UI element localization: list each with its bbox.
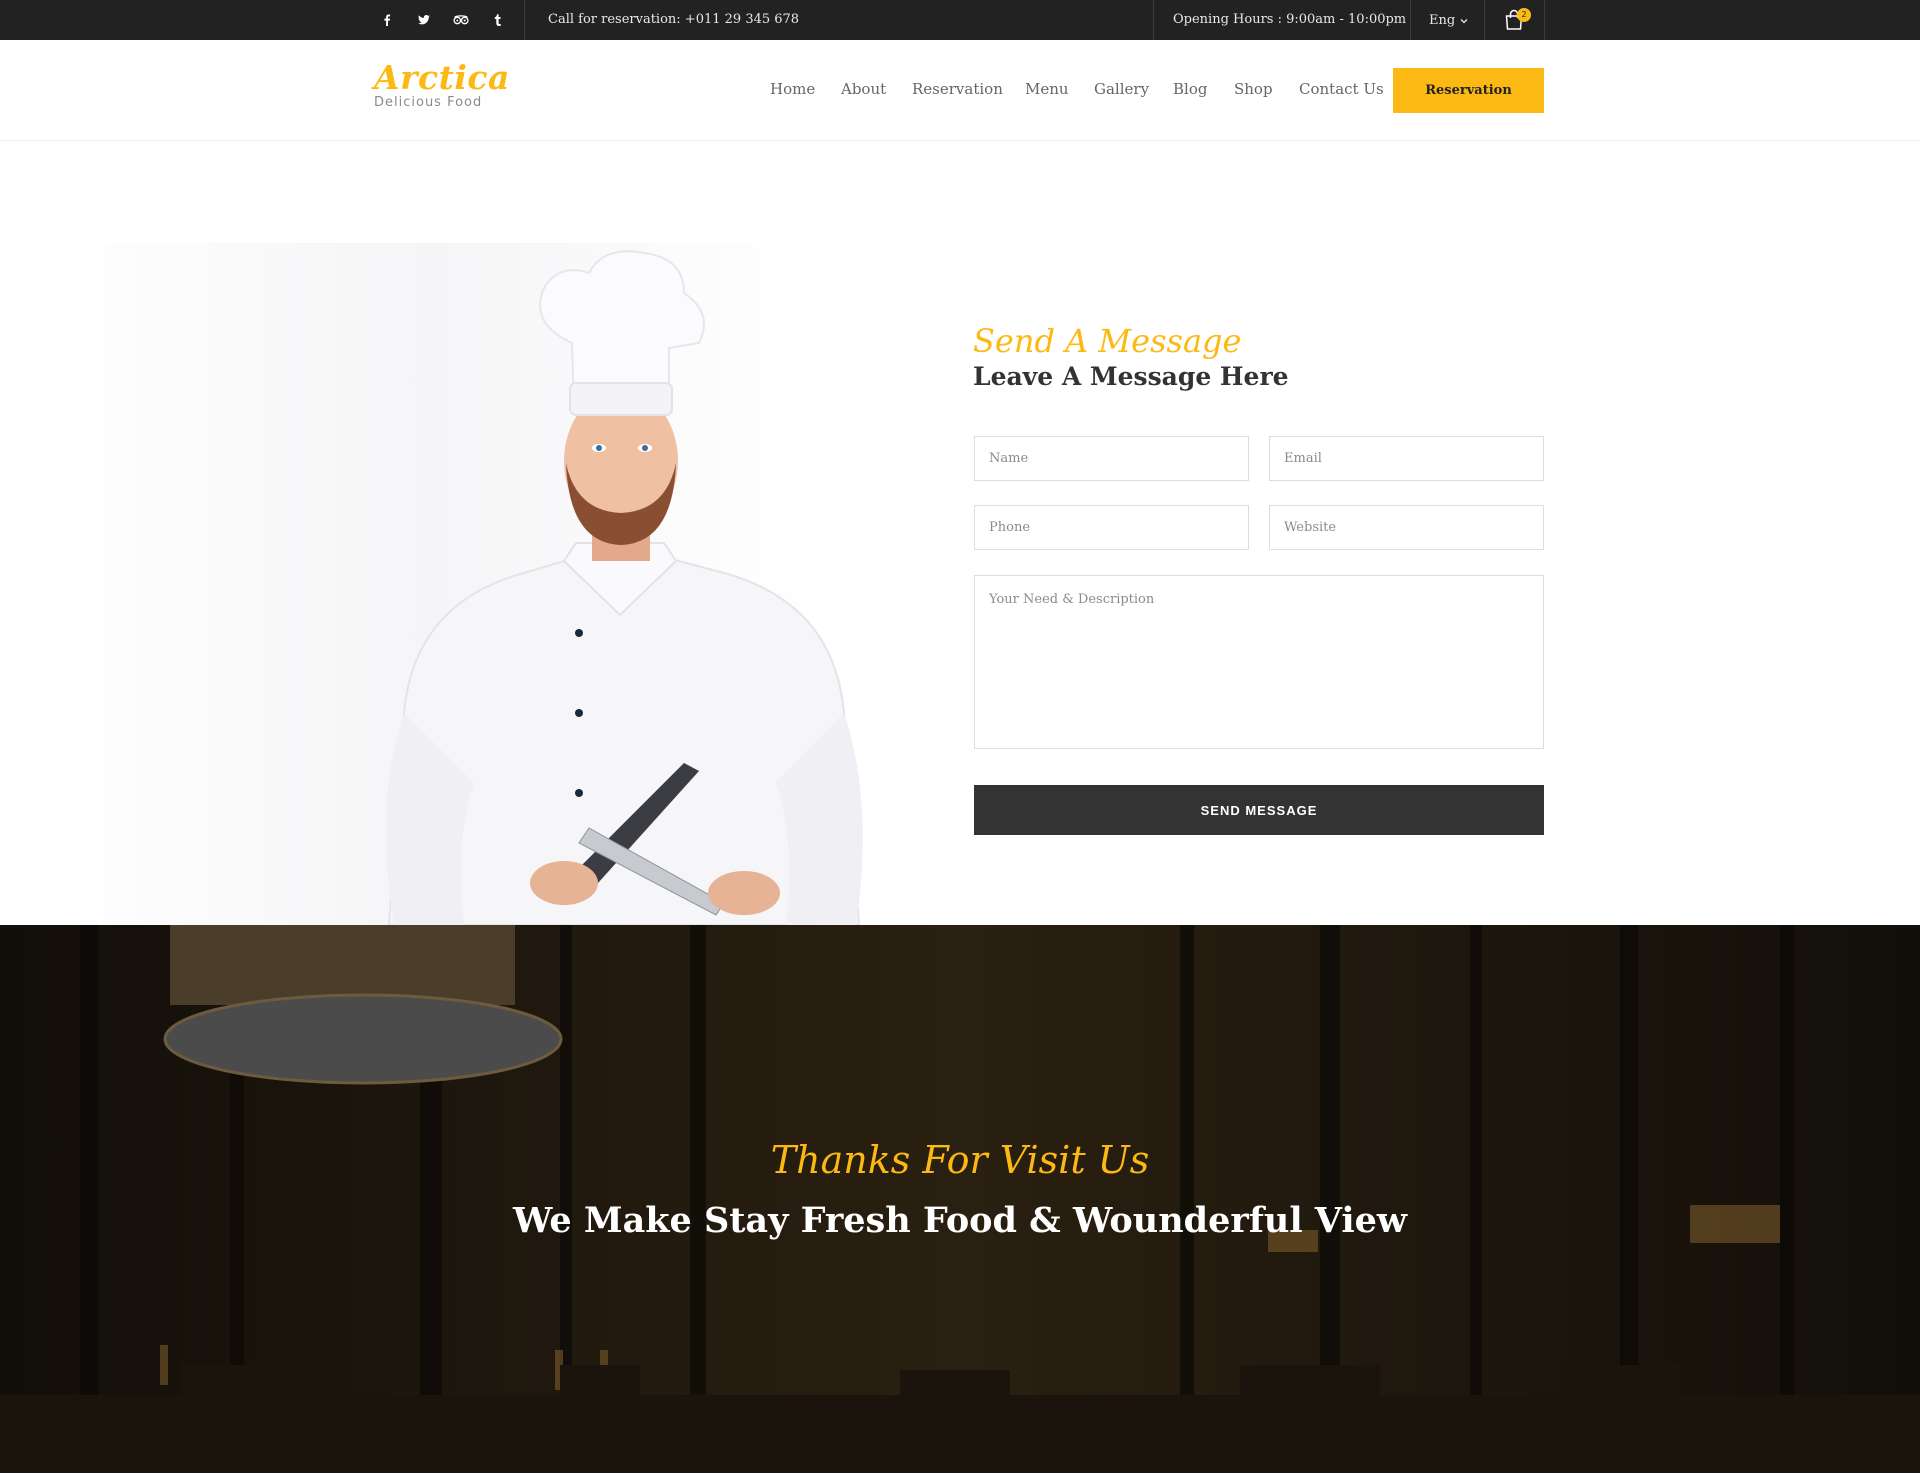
banner-title: We Make Stay Fresh Food & Wounderful Vie…: [512, 1200, 1408, 1241]
topbar-divider: [1544, 0, 1545, 40]
contact-title: Leave A Message Here: [973, 362, 1289, 391]
logo-tagline: Delicious Food: [374, 95, 483, 110]
restaurant-interior-image: [0, 925, 1920, 1473]
cart-button[interactable]: 2: [1504, 8, 1531, 31]
nav-contact-us[interactable]: Contact Us: [1299, 80, 1384, 98]
topbar-divider: [1153, 0, 1154, 40]
nav-home[interactable]: Home: [770, 80, 815, 98]
top-bar: Call for reservation: +011 29 345 678 Op…: [0, 0, 1920, 40]
nav-about[interactable]: About: [841, 80, 886, 98]
tripadvisor-icon[interactable]: [442, 0, 479, 40]
facebook-icon[interactable]: [368, 0, 405, 40]
website-field[interactable]: [1269, 505, 1544, 550]
restaurant-banner: [0, 925, 1920, 1473]
topbar-divider: [1410, 0, 1411, 40]
email-field[interactable]: [1269, 436, 1544, 481]
phone-field[interactable]: [974, 505, 1249, 550]
topbar-divider: [1484, 0, 1485, 40]
nav-shop[interactable]: Shop: [1234, 80, 1273, 98]
nav-blog[interactable]: Blog: [1173, 80, 1207, 98]
nav-menu[interactable]: Menu: [1025, 80, 1069, 98]
twitter-icon[interactable]: [405, 0, 442, 40]
site-logo[interactable]: Arctica Delicious Food: [374, 58, 510, 111]
cart-count-badge: 2: [1517, 8, 1531, 22]
language-selector[interactable]: Eng: [1429, 0, 1468, 40]
banner-script-title: Thanks For Visit Us: [770, 1138, 1150, 1182]
send-message-button[interactable]: SEND MESSAGE: [974, 785, 1544, 835]
social-links: [368, 0, 516, 40]
tumblr-icon[interactable]: [479, 0, 516, 40]
nav-reservation[interactable]: Reservation: [912, 80, 1003, 98]
opening-hours: Opening Hours : 9:00am - 10:00pm: [1173, 12, 1407, 27]
description-field[interactable]: [974, 575, 1544, 749]
reservation-button[interactable]: Reservation: [1393, 68, 1544, 113]
chevron-down-icon: [1460, 13, 1468, 28]
reservation-phone: Call for reservation: +011 29 345 678: [548, 12, 800, 27]
topbar-divider: [524, 0, 525, 40]
site-header: Arctica Delicious Food Home About Reserv…: [0, 40, 1920, 141]
name-field[interactable]: [974, 436, 1249, 481]
language-label: Eng: [1429, 12, 1456, 28]
nav-gallery[interactable]: Gallery: [1094, 80, 1149, 98]
logo-brand: Arctica: [374, 58, 510, 97]
contact-script-title: Send A Message: [973, 322, 1242, 360]
